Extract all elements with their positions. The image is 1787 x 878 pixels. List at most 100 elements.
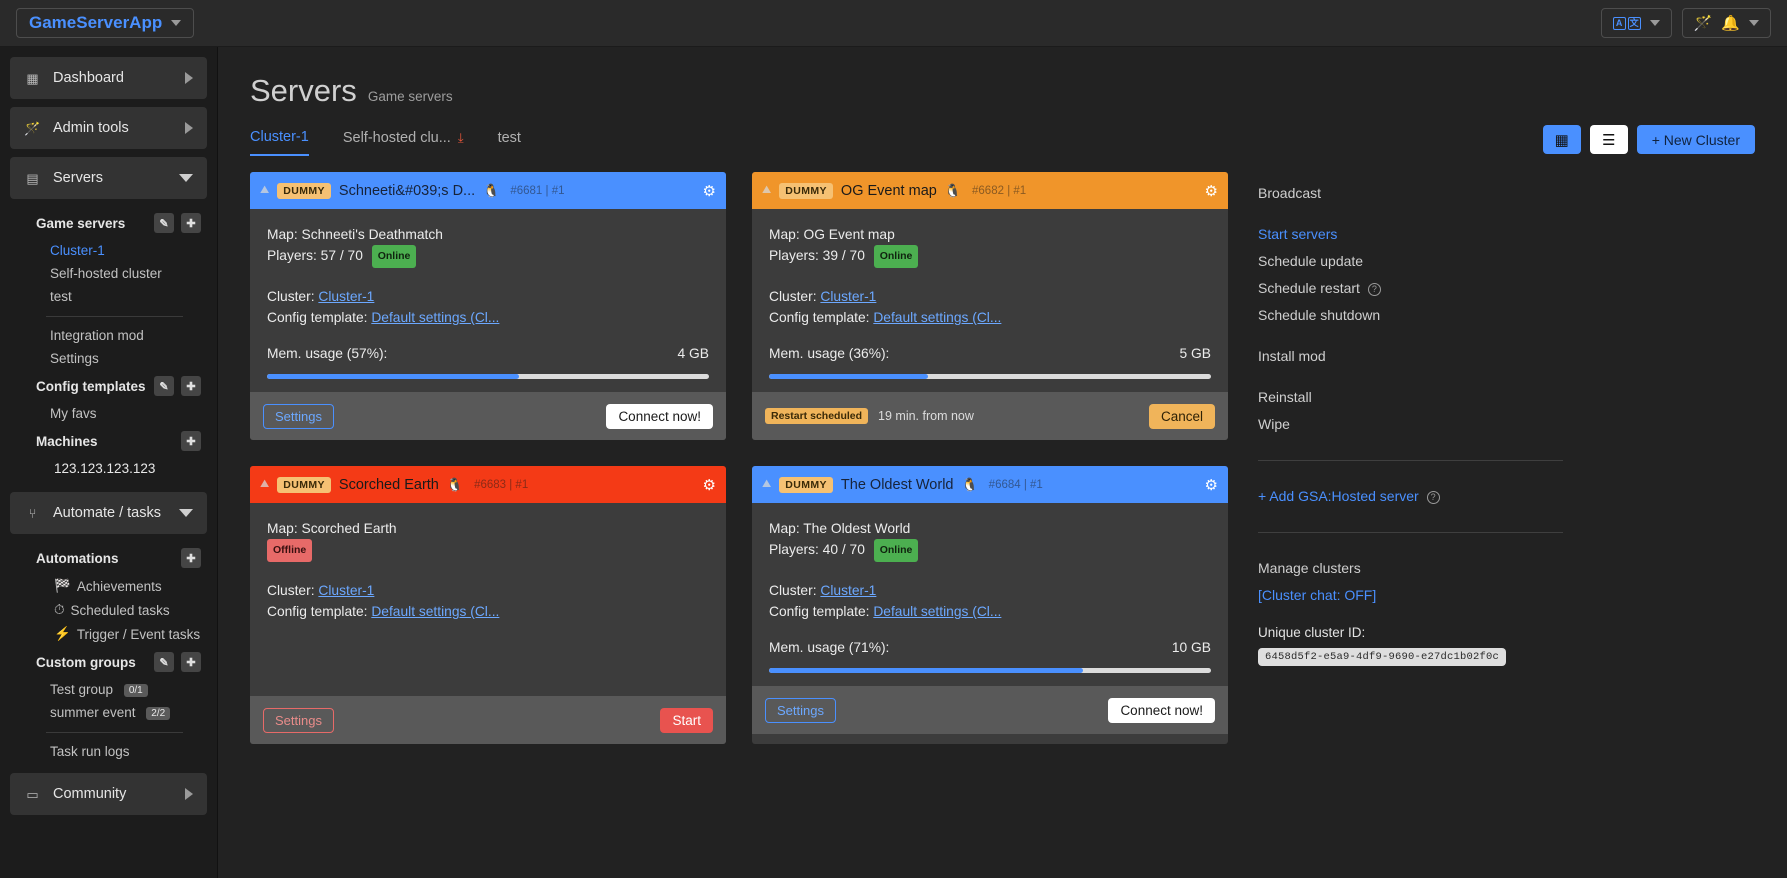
cancel-button[interactable]: Cancel bbox=[1148, 403, 1215, 429]
connect-button[interactable]: Connect now! bbox=[1108, 697, 1215, 723]
start-button[interactable]: Start bbox=[660, 707, 713, 733]
main-content: Servers Game servers ▦ ☰ + New Cluster C… bbox=[218, 47, 1787, 878]
unique-cluster-id-value[interactable]: 6458d5f2-e5a9-4df9-9690-e27dc1b02f0c bbox=[1258, 648, 1507, 666]
branch-icon: ⑂ bbox=[28, 505, 37, 521]
server-card-header: ⛰ DUMMY Schneeti&#039;s D... 🐧 #6681 | #… bbox=[250, 172, 726, 209]
memory-usage-row: Mem. usage (57%): 4 GB bbox=[267, 346, 709, 361]
sidebar-item-dashboard[interactable]: ▦ Dashboard bbox=[10, 57, 207, 99]
add-icon[interactable]: ✚ bbox=[181, 213, 201, 233]
gear-icon[interactable]: ⚙ bbox=[703, 182, 716, 200]
app-brand-button[interactable]: GameServerApp bbox=[16, 8, 195, 38]
sidebar-item-trigger-event-tasks[interactable]: ⚡ Trigger / Event tasks bbox=[10, 622, 207, 646]
add-icon[interactable]: ✚ bbox=[181, 376, 201, 396]
sidebar-item-settings[interactable]: Settings bbox=[10, 347, 207, 370]
action-install-mod[interactable]: Install mod bbox=[1258, 343, 1558, 370]
sidebar-item-integration-mod[interactable]: Integration mod bbox=[10, 324, 207, 347]
action-reinstall[interactable]: Reinstall bbox=[1258, 384, 1558, 411]
sidebar-item-servers[interactable]: ▤ Servers bbox=[10, 157, 207, 199]
action-schedule-update[interactable]: Schedule update bbox=[1258, 248, 1558, 275]
action-schedule-restart[interactable]: Schedule restart ? bbox=[1258, 275, 1558, 302]
cluster-label: Cluster: bbox=[769, 289, 817, 304]
server-card-header: ⛰ DUMMY The Oldest World 🐧 #6684 | #1 ⚙ bbox=[752, 466, 1228, 503]
config-template-link[interactable]: Default settings (Cl... bbox=[873, 604, 1001, 619]
count-badge: 0/1 bbox=[123, 683, 148, 697]
tab-test[interactable]: test bbox=[498, 124, 521, 155]
settings-button[interactable]: Settings bbox=[765, 697, 836, 723]
server-map-line: Map: The Oldest World bbox=[769, 521, 911, 536]
tab-label: Self-hosted clu... bbox=[342, 130, 451, 146]
action-add-gsa-hosted-server[interactable]: + Add GSA:Hosted server ? bbox=[1258, 483, 1558, 510]
tab-cluster-1[interactable]: Cluster-1 bbox=[250, 123, 309, 156]
server-players-line: Players: 39 / 70 Online bbox=[769, 245, 1211, 268]
help-icon[interactable]: ? bbox=[1367, 283, 1381, 296]
action-schedule-shutdown[interactable]: Schedule shutdown bbox=[1258, 302, 1558, 329]
memory-label: Mem. usage (36%): bbox=[769, 346, 890, 361]
sidebar-item-machine-ip[interactable]: 123.123.123.123 bbox=[10, 457, 207, 480]
gear-icon[interactable]: ⚙ bbox=[1205, 476, 1218, 494]
connect-button[interactable]: Connect now! bbox=[606, 403, 713, 429]
settings-button[interactable]: Settings bbox=[263, 707, 334, 733]
sidebar-item-admin-tools[interactable]: 🪄 Admin tools bbox=[10, 107, 207, 149]
sidebar-item-cluster-1[interactable]: Cluster-1 bbox=[10, 239, 207, 262]
sidebar-item-label: Scheduled tasks bbox=[70, 602, 170, 618]
bell-icon[interactable]: 🔔 bbox=[1721, 16, 1740, 31]
server-stack-icon: ▤ bbox=[26, 170, 39, 186]
magic-wand-icon[interactable]: 🪄 bbox=[1694, 16, 1713, 31]
grid-view-icon[interactable]: ▦ bbox=[1542, 125, 1581, 154]
page-header: Servers Game servers bbox=[218, 47, 1787, 109]
cluster-link[interactable]: Cluster-1 bbox=[820, 289, 876, 304]
add-icon[interactable]: ✚ bbox=[181, 548, 201, 568]
sidebar-item-my-favs[interactable]: My favs bbox=[10, 402, 207, 425]
language-switcher[interactable]: A 文 bbox=[1600, 8, 1672, 38]
sidebar-item-test[interactable]: test bbox=[10, 285, 207, 308]
chevron-down-icon bbox=[171, 20, 182, 26]
server-status-line: Offline bbox=[267, 539, 709, 562]
unique-cluster-id-label: Unique cluster ID: bbox=[1258, 625, 1366, 640]
left-sidebar: ▦ Dashboard 🪄 Admin tools ▤ Servers Game… bbox=[0, 47, 218, 878]
new-cluster-button[interactable]: + New Cluster bbox=[1636, 125, 1755, 154]
edit-icon[interactable]: ✎ bbox=[154, 376, 174, 396]
add-icon[interactable]: ✚ bbox=[181, 431, 201, 451]
sidebar-item-summer-event[interactable]: summer event 2/2 bbox=[10, 701, 207, 724]
add-icon[interactable]: ✚ bbox=[181, 652, 201, 672]
notifications-group[interactable]: 🪄 🔔 bbox=[1681, 8, 1771, 38]
action-cluster-chat-toggle[interactable]: [Cluster chat: OFF] bbox=[1258, 582, 1558, 609]
sidebar-item-scheduled-tasks[interactable]: ⏱ Scheduled tasks bbox=[10, 598, 207, 622]
settings-button[interactable]: Settings bbox=[263, 403, 334, 429]
restart-scheduled-badge: Restart scheduled bbox=[765, 408, 869, 424]
help-icon[interactable]: ? bbox=[1426, 491, 1440, 504]
sidebar-item-automate-tasks[interactable]: ⑂ Automate / tasks bbox=[10, 492, 207, 534]
sidebar-item-test-group[interactable]: Test group 0/1 bbox=[10, 678, 207, 701]
action-manage-clusters[interactable]: Manage clusters bbox=[1258, 555, 1558, 582]
config-template-link[interactable]: Default settings (Cl... bbox=[371, 310, 499, 325]
section-actions: ✚ bbox=[181, 548, 201, 568]
tab-self-hosted-cluster[interactable]: Self-hosted clu... ⤓ bbox=[343, 124, 464, 155]
list-view-icon[interactable]: ☰ bbox=[1589, 125, 1628, 154]
sidebar-item-label: Trigger / Event tasks bbox=[76, 626, 201, 642]
gear-icon[interactable]: ⚙ bbox=[703, 476, 716, 494]
sidebar-item-self-hosted-cluster[interactable]: Self-hosted cluster bbox=[10, 262, 207, 285]
action-broadcast[interactable]: Broadcast bbox=[1258, 180, 1558, 207]
config-template-link[interactable]: Default settings (Cl... bbox=[873, 310, 1001, 325]
edit-icon[interactable]: ✎ bbox=[154, 652, 174, 672]
gear-icon[interactable]: ⚙ bbox=[1205, 182, 1218, 200]
server-template-line: Config template: Default settings (Cl... bbox=[267, 307, 709, 328]
sidebar-item-task-run-logs[interactable]: Task run logs bbox=[10, 740, 207, 763]
sidebar-item-achievements[interactable]: 🏁 Achievements bbox=[10, 574, 207, 598]
edit-icon[interactable]: ✎ bbox=[154, 213, 174, 233]
action-wipe[interactable]: Wipe bbox=[1258, 411, 1558, 438]
sidebar-item-community[interactable]: ▭ Community bbox=[10, 773, 207, 815]
template-label: Config template: bbox=[267, 310, 368, 325]
config-template-link[interactable]: Default settings (Cl... bbox=[371, 604, 499, 619]
section-config-templates: Config templates ✎ ✚ bbox=[10, 370, 207, 402]
cluster-label: Cluster: bbox=[267, 289, 315, 304]
action-start-servers[interactable]: Start servers bbox=[1258, 221, 1558, 248]
chevron-right-icon bbox=[185, 122, 193, 134]
mountain-icon: ⛰ bbox=[762, 184, 772, 196]
cluster-link[interactable]: Cluster-1 bbox=[820, 583, 876, 598]
sidebar-item-label: Community bbox=[53, 786, 127, 802]
count-badge: 2/2 bbox=[146, 706, 171, 720]
cluster-link[interactable]: Cluster-1 bbox=[318, 583, 374, 598]
cluster-link[interactable]: Cluster-1 bbox=[318, 289, 374, 304]
